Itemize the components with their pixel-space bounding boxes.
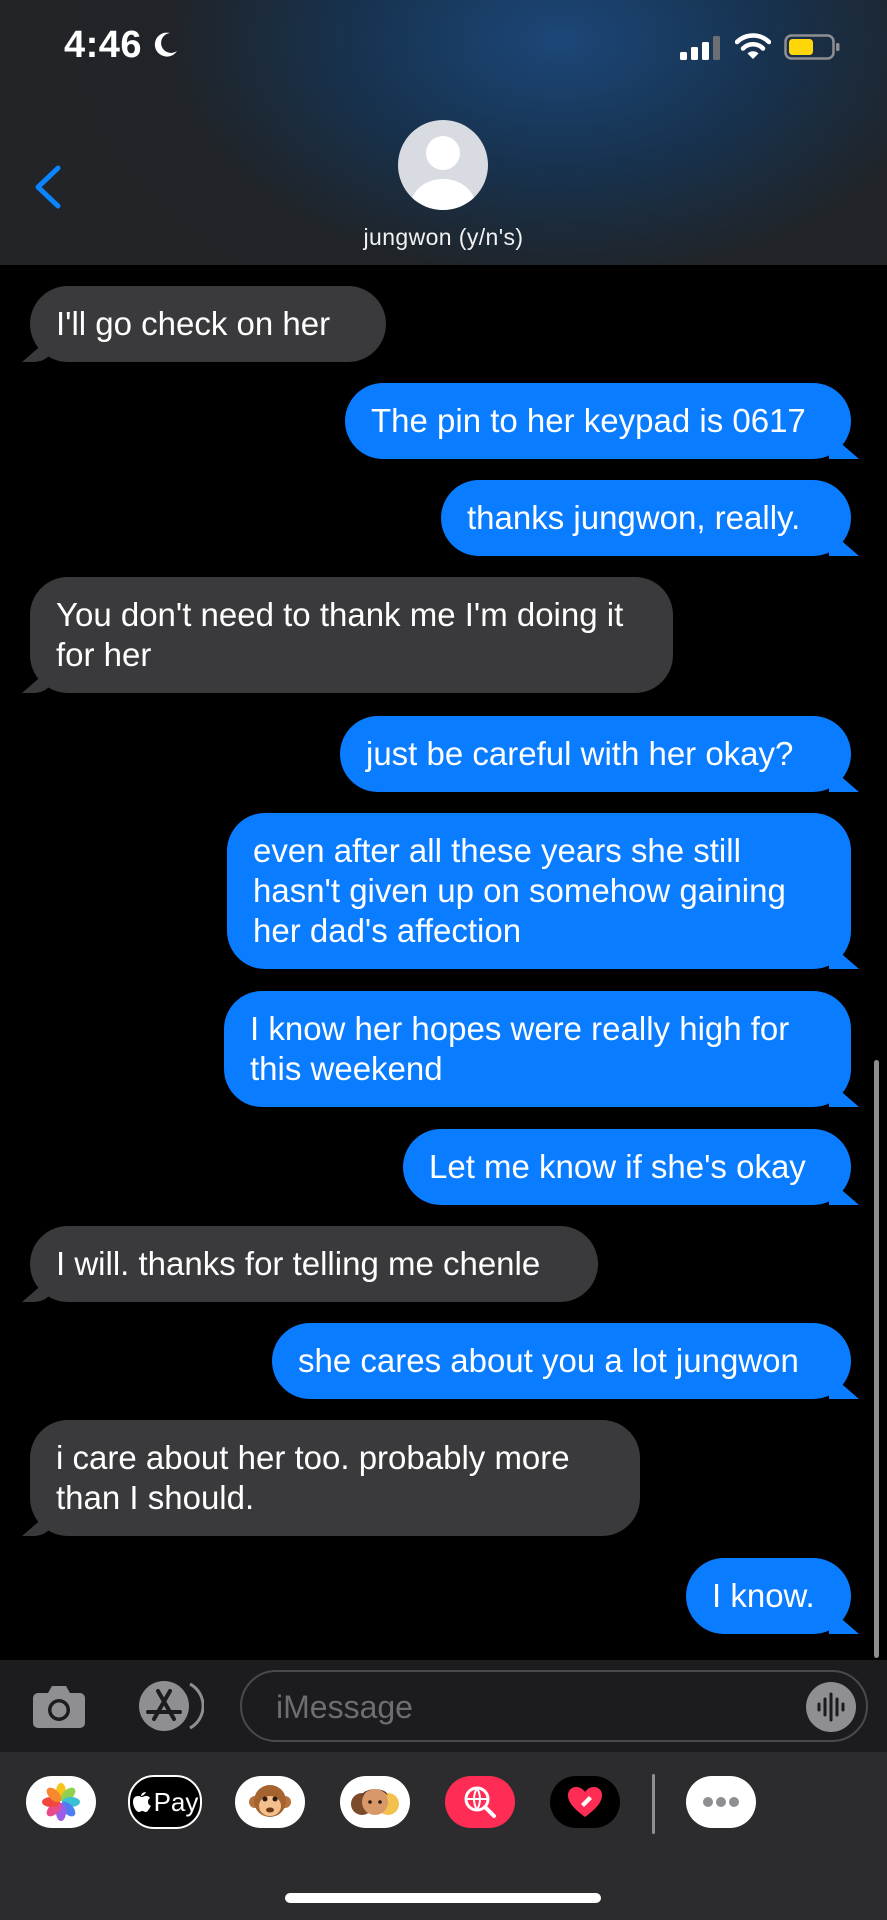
- composer-bar: iMessage: [0, 1660, 887, 1752]
- conversation-header: 4:46 jungwon (y/n's): [0, 0, 887, 265]
- monkey-icon: [249, 1785, 291, 1817]
- incoming-message[interactable]: I will. thanks for telling me chenle: [30, 1226, 598, 1302]
- outgoing-message[interactable]: just be careful with her okay?: [340, 716, 851, 792]
- outgoing-message[interactable]: Let me know if she's okay: [403, 1129, 851, 1205]
- contact-avatar[interactable]: [398, 120, 488, 210]
- imessage-placeholder: iMessage: [276, 1689, 413, 1725]
- outgoing-message[interactable]: I know her hopes were really high for th…: [224, 991, 851, 1107]
- message-thread[interactable]: I'll go check on her The pin to her keyp…: [0, 265, 887, 1660]
- wifi-icon: [735, 33, 771, 59]
- heart-icon: [568, 1787, 602, 1817]
- moon-icon: [154, 32, 177, 57]
- imessage-app-drawer: Pay: [0, 1752, 887, 1920]
- photos-app-button[interactable]: [26, 1776, 96, 1828]
- audio-message-button[interactable]: [806, 1682, 856, 1732]
- person-icon: [411, 136, 475, 210]
- incoming-message[interactable]: You don't need to thank me I'm doing it …: [30, 577, 673, 693]
- apple-pay-app-button[interactable]: Pay: [128, 1775, 202, 1829]
- imessage-input[interactable]: iMessage: [240, 1670, 868, 1742]
- cellular-signal-icon: [680, 36, 720, 60]
- status-time: 4:46: [64, 24, 143, 66]
- globe-search-icon: [464, 1786, 496, 1818]
- apple-pay-label: Pay: [153, 1786, 199, 1817]
- apple-logo-icon: [132, 1792, 151, 1812]
- outgoing-message[interactable]: she cares about you a lot jungwon: [272, 1323, 851, 1399]
- image-search-app-button[interactable]: [445, 1776, 515, 1828]
- incoming-message[interactable]: I'll go check on her: [30, 286, 386, 362]
- ellipsis-icon: [703, 1797, 739, 1807]
- more-apps-button[interactable]: [686, 1776, 756, 1828]
- home-indicator[interactable]: [285, 1893, 601, 1903]
- outgoing-message[interactable]: The pin to her keypad is 0617: [345, 383, 851, 459]
- battery-icon: [784, 34, 840, 60]
- animoji-app-button[interactable]: [235, 1776, 305, 1828]
- outgoing-message[interactable]: even after all these years she still has…: [227, 813, 851, 969]
- contact-name[interactable]: jungwon (y/n's): [0, 224, 887, 251]
- memoji-icon: [351, 1789, 399, 1815]
- outgoing-message[interactable]: I know.: [686, 1558, 851, 1634]
- drawer-divider: [652, 1774, 655, 1834]
- scrollbar[interactable]: [874, 1060, 879, 1658]
- camera-icon[interactable]: [32, 1683, 86, 1729]
- digital-touch-app-button[interactable]: [550, 1776, 620, 1828]
- memoji-app-button[interactable]: [340, 1776, 410, 1828]
- waveform-icon: [817, 1692, 845, 1722]
- back-chevron-icon[interactable]: [30, 162, 66, 212]
- incoming-message[interactable]: i care about her too. probably more than…: [30, 1420, 640, 1536]
- outgoing-message[interactable]: thanks jungwon, really.: [441, 480, 851, 556]
- app-store-icon[interactable]: [134, 1679, 204, 1733]
- photos-icon: [42, 1783, 80, 1821]
